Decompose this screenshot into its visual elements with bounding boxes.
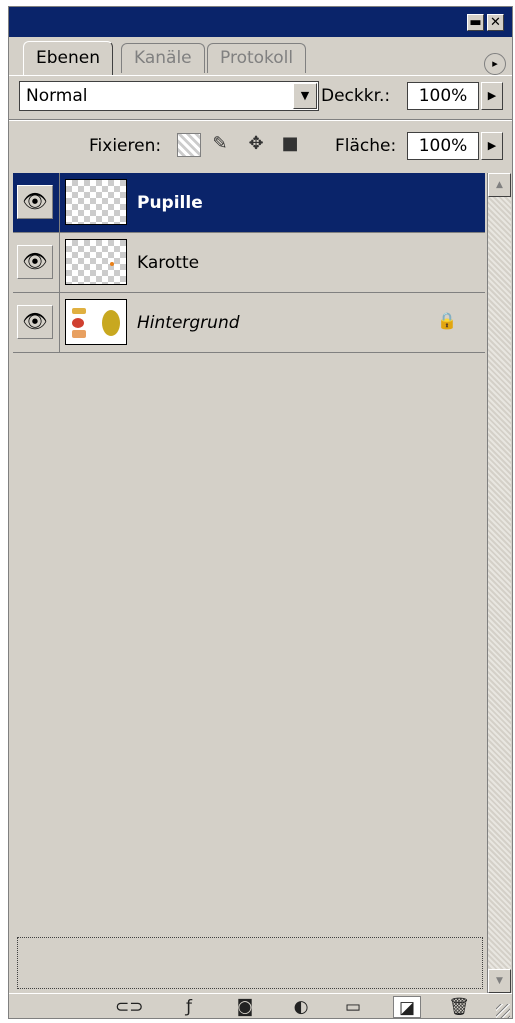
tab-protokoll[interactable]: Protokoll <box>207 43 307 73</box>
layer-mask-icon[interactable]: ◙ <box>231 996 259 1018</box>
layer-list: 👁 Pupille 👁 Karotte 👁 Hintergrund 🔒 <box>13 173 485 993</box>
layer-name[interactable]: Hintergrund <box>137 293 240 353</box>
lock-transparency-icon[interactable] <box>177 133 201 157</box>
layers-panel: ▬ ✕ Ebenen Kanäle Protokoll ▸ Normal ▼ D… <box>8 6 513 1019</box>
divider <box>59 173 60 232</box>
panel-titlebar[interactable]: ▬ ✕ <box>9 7 512 37</box>
minimize-icon[interactable]: ▬ <box>467 14 484 31</box>
layer-thumbnail <box>65 239 127 285</box>
resize-grip[interactable] <box>496 1004 510 1018</box>
lock-move-icon[interactable]: ✥ <box>245 133 267 155</box>
layer-row-karotte[interactable]: 👁 Karotte <box>13 233 485 293</box>
eye-icon[interactable]: 👁 <box>17 185 53 219</box>
blend-row: Normal ▼ Deckkr.: 100% ▶ <box>9 77 512 117</box>
layer-thumbnail <box>65 179 127 225</box>
divider <box>59 233 60 292</box>
opacity-label: Deckkr.: <box>321 86 391 106</box>
opacity-arrow-button[interactable]: ▶ <box>481 82 503 110</box>
divider <box>59 293 60 352</box>
layer-scrollbar[interactable]: ▲ ▼ <box>487 173 511 993</box>
opacity-input[interactable]: 100% <box>407 82 479 110</box>
panel-menu-icon[interactable]: ▸ <box>484 53 506 75</box>
lock-brush-icon[interactable]: ✎ <box>209 133 231 155</box>
fill-arrow-button[interactable]: ▶ <box>481 132 503 160</box>
eye-icon[interactable]: 👁 <box>17 245 53 279</box>
lock-row: Fixieren: ✎ ✥ ■ Fläche: 100% ▶ <box>9 125 512 169</box>
fill-input[interactable]: 100% <box>407 132 479 160</box>
scroll-down-icon[interactable]: ▼ <box>488 969 511 993</box>
eye-icon[interactable]: 👁 <box>17 305 53 339</box>
panel-bottom-toolbar: ⊂⊃ ƒ ◙ ◐ ▭ ◪ 🗑 <box>9 993 512 1020</box>
thumb-shape <box>72 308 86 314</box>
layer-drop-area <box>17 937 483 989</box>
tab-ebenen[interactable]: Ebenen <box>23 41 113 75</box>
divider <box>9 119 512 121</box>
layer-name[interactable]: Pupille <box>137 173 203 233</box>
trash-icon[interactable]: 🗑 <box>445 996 473 1018</box>
chevron-down-icon[interactable]: ▼ <box>293 83 317 109</box>
layer-style-icon[interactable]: ƒ <box>175 996 203 1018</box>
layer-name[interactable]: Karotte <box>137 233 199 293</box>
close-icon[interactable]: ✕ <box>487 14 504 31</box>
blend-mode-value: Normal <box>26 86 88 106</box>
layer-row-pupille[interactable]: 👁 Pupille <box>13 173 485 233</box>
lock-label: Fixieren: <box>89 136 162 156</box>
thumb-shape <box>72 318 84 328</box>
link-icon[interactable]: ⊂⊃ <box>115 996 144 1018</box>
tab-kanaele[interactable]: Kanäle <box>121 43 205 73</box>
adjustment-layer-icon[interactable]: ◐ <box>287 996 315 1018</box>
lock-all-icon[interactable]: ■ <box>279 133 301 155</box>
new-layer-icon[interactable]: ◪ <box>393 996 421 1018</box>
layer-row-hintergrund[interactable]: 👁 Hintergrund 🔒 <box>13 293 485 353</box>
scroll-up-icon[interactable]: ▲ <box>488 173 511 197</box>
layer-thumbnail <box>65 299 127 345</box>
thumb-shape <box>72 330 86 338</box>
fill-label: Fläche: <box>335 136 397 156</box>
group-folder-icon[interactable]: ▭ <box>339 996 367 1018</box>
thumb-shape <box>102 310 120 336</box>
panel-tabs: Ebenen Kanäle Protokoll ▸ <box>9 37 512 76</box>
padlock-icon: 🔒 <box>437 311 457 330</box>
blend-mode-select[interactable]: Normal ▼ <box>19 81 319 111</box>
carrot-dot <box>110 262 114 266</box>
